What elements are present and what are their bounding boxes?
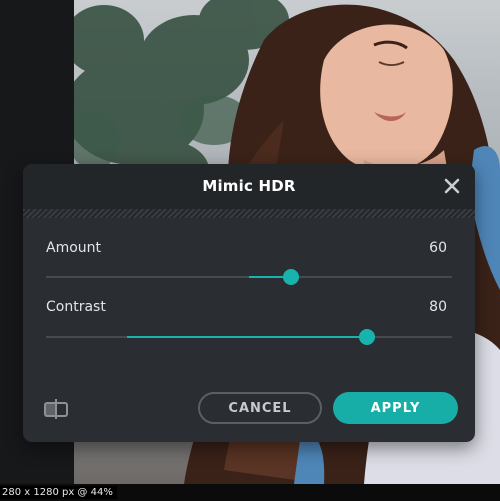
- header-divider: [23, 209, 475, 218]
- contrast-value: 80: [429, 299, 447, 315]
- dialog-title: Mimic HDR: [202, 177, 296, 195]
- dialog-header: Mimic HDR: [23, 164, 475, 209]
- editor-stage: 280 x 1280 px @ 44% Mimic HDR Amount 60 …: [0, 0, 500, 501]
- close-icon[interactable]: [443, 177, 461, 195]
- amount-value: 60: [429, 240, 447, 256]
- contrast-label: Contrast: [46, 299, 106, 315]
- apply-button[interactable]: APPLY: [333, 392, 458, 424]
- amount-slider-thumb[interactable]: [283, 269, 299, 285]
- zoom-status: 280 x 1280 px @ 44%: [0, 486, 117, 499]
- status-bar: 280 x 1280 px @ 44%: [0, 484, 500, 501]
- cancel-button[interactable]: CANCEL: [198, 392, 322, 424]
- mimic-hdr-dialog: Mimic HDR Amount 60 Contrast 80 CANCEL A…: [23, 164, 475, 442]
- contrast-slider-thumb[interactable]: [359, 329, 375, 345]
- compare-split-icon[interactable]: [43, 398, 69, 420]
- amount-label: Amount: [46, 240, 102, 256]
- contrast-slider-fill: [127, 336, 367, 338]
